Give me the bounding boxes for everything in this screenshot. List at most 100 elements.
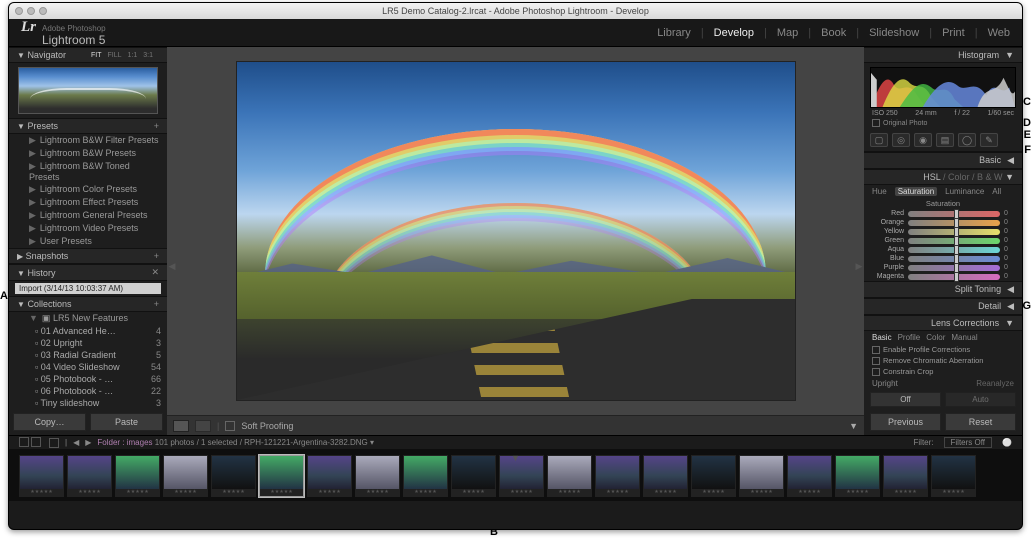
filmstrip-thumb[interactable]: ★★★★★: [163, 455, 208, 497]
module-library[interactable]: Library: [657, 27, 691, 39]
filmstrip-thumb[interactable]: ★★★★★: [451, 455, 496, 497]
histogram-header[interactable]: Histogram ▼: [864, 47, 1022, 63]
collection-item[interactable]: ▫ 02 Upright3: [9, 337, 167, 349]
preset-group[interactable]: ▶Lightroom General Presets: [9, 209, 167, 222]
hsl-slider-red[interactable]: Red0: [864, 209, 1022, 218]
filmstrip-thumb[interactable]: ★★★★★: [739, 455, 784, 497]
filmstrip-thumb[interactable]: ★★★★★: [259, 455, 304, 497]
collection-item[interactable]: ▫ 01 Advanced He…4: [9, 325, 167, 337]
navigator-thumb[interactable]: [18, 67, 158, 114]
hsl-tab-luminance[interactable]: Luminance: [945, 187, 984, 196]
main-window-icon[interactable]: [19, 437, 29, 447]
filmstrip-thumb[interactable]: ★★★★★: [211, 455, 256, 497]
copy-button[interactable]: Copy…: [13, 413, 86, 431]
hsl-tab-saturation[interactable]: Saturation: [895, 187, 937, 196]
basic-header[interactable]: Basic ◀: [864, 152, 1022, 169]
upright-off-button[interactable]: Off: [870, 392, 941, 407]
zoom-window-icon[interactable]: [39, 7, 47, 15]
hsl-slider-magenta[interactable]: Magenta0: [864, 272, 1022, 281]
collection-item[interactable]: ▫ 04 Video Slideshow54: [9, 361, 167, 373]
lens-tab-color[interactable]: Color: [926, 333, 945, 342]
lens-tab-manual[interactable]: Manual: [951, 333, 977, 342]
lens-option[interactable]: Constrain Crop: [864, 366, 1022, 377]
previous-button[interactable]: Previous: [870, 413, 941, 431]
original-photo-toggle[interactable]: Original Photo: [864, 119, 1022, 131]
minimize-window-icon[interactable]: [27, 7, 35, 15]
filmstrip-thumb[interactable]: ★★★★★: [547, 455, 592, 497]
preset-group[interactable]: ▶Lightroom B&W Toned Presets: [9, 160, 167, 183]
hsl-header[interactable]: HSL / Color / B & W ▼: [864, 169, 1022, 185]
second-window-icon[interactable]: [31, 437, 41, 447]
filmstrip-thumb[interactable]: ★★★★★: [835, 455, 880, 497]
preset-group[interactable]: ▶Lightroom B&W Presets: [9, 147, 167, 160]
filmstrip-thumb[interactable]: ★★★★★: [19, 455, 64, 497]
reanalyze-button[interactable]: Reanalyze: [976, 379, 1014, 388]
spot-tool-icon[interactable]: ◎: [892, 133, 910, 147]
collection-item[interactable]: ▫ 06 Photobook - …22: [9, 385, 167, 397]
module-map[interactable]: Map: [777, 27, 798, 39]
close-window-icon[interactable]: [15, 7, 23, 15]
hsl-tab-all[interactable]: All: [992, 187, 1001, 196]
filmstrip-thumb[interactable]: ★★★★★: [691, 455, 736, 497]
right-panel-toggle-icon[interactable]: ▶: [854, 246, 864, 286]
hsl-slider-orange[interactable]: Orange0: [864, 218, 1022, 227]
filmstrip-thumb[interactable]: ★★★★★: [115, 455, 160, 497]
image-canvas[interactable]: [236, 61, 796, 401]
hsl-tab-hue[interactable]: Hue: [872, 187, 887, 196]
snapshots-header[interactable]: ▶ Snapshots +: [9, 248, 167, 264]
lens-tab-profile[interactable]: Profile: [898, 333, 921, 342]
module-print[interactable]: Print: [942, 27, 965, 39]
module-develop[interactable]: Develop: [714, 27, 754, 39]
crop-tool-icon[interactable]: ▢: [870, 133, 888, 147]
before-after-icon[interactable]: [195, 420, 211, 432]
hsl-slider-purple[interactable]: Purple0: [864, 263, 1022, 272]
collection-item[interactable]: ▫ 03 Radial Gradient5: [9, 349, 167, 361]
lens-option[interactable]: Remove Chromatic Aberration: [864, 355, 1022, 366]
filmstrip-thumb[interactable]: ★★★★★: [67, 455, 112, 497]
nav-zoom-3:1[interactable]: 3:1: [143, 52, 153, 59]
preset-group[interactable]: ▶User Presets: [9, 235, 167, 248]
filmstrip-thumb[interactable]: ★★★★★: [307, 455, 352, 497]
lens-corrections-header[interactable]: Lens Corrections ▼: [864, 315, 1022, 331]
grid-icon[interactable]: [49, 438, 59, 448]
module-web[interactable]: Web: [988, 27, 1010, 39]
filmstrip-thumb[interactable]: ★★★★★: [931, 455, 976, 497]
nav-zoom-fit[interactable]: FIT: [91, 52, 102, 59]
nav-zoom-fill[interactable]: FILL: [108, 52, 122, 59]
upright-auto-button[interactable]: Auto: [945, 392, 1016, 407]
preset-group[interactable]: ▶Lightroom Color Presets: [9, 183, 167, 196]
redeye-tool-icon[interactable]: ◉: [914, 133, 932, 147]
module-book[interactable]: Book: [821, 27, 846, 39]
collection-item[interactable]: ▫ 05 Photobook - …66: [9, 373, 167, 385]
module-slideshow[interactable]: Slideshow: [869, 27, 919, 39]
radial-filter-icon[interactable]: ◯: [958, 133, 976, 147]
filmstrip-thumb[interactable]: ★★★★★: [595, 455, 640, 497]
brush-tool-icon[interactable]: ✎: [980, 133, 998, 147]
loupe-view-icon[interactable]: [173, 420, 189, 432]
presets-header[interactable]: ▼ Presets +: [9, 118, 167, 134]
preset-group[interactable]: ▶Lightroom B&W Filter Presets: [9, 134, 167, 147]
filmstrip-thumb[interactable]: ★★★★★: [787, 455, 832, 497]
split-toning-header[interactable]: Split Toning ◀: [864, 281, 1022, 298]
preset-group[interactable]: ▶Lightroom Video Presets: [9, 222, 167, 235]
collections-header[interactable]: ▼ Collections +: [9, 296, 167, 312]
histogram[interactable]: [870, 67, 1016, 108]
filmstrip-thumb[interactable]: ★★★★★: [355, 455, 400, 497]
hsl-slider-aqua[interactable]: Aqua0: [864, 245, 1022, 254]
lens-tab-basic[interactable]: Basic: [872, 333, 892, 342]
history-header[interactable]: ▼ History ✕: [9, 264, 167, 281]
toolbar-menu-icon[interactable]: ▼: [849, 421, 858, 431]
collection-set[interactable]: ▼▣ LR5 New Features: [9, 312, 167, 325]
filter-lock-icon[interactable]: ⚪: [1002, 438, 1012, 447]
nav-back-icon[interactable]: ◀: [73, 438, 79, 447]
source-breadcrumb[interactable]: Folder : images 101 photos / 1 selected …: [97, 438, 374, 447]
filters-off-button[interactable]: Filters Off: [944, 437, 993, 448]
history-entry[interactable]: Import (3/14/13 10:03:37 AM): [15, 283, 161, 294]
left-panel-toggle-icon[interactable]: ◀: [167, 246, 177, 286]
detail-header[interactable]: Detail ◀: [864, 298, 1022, 315]
nav-zoom-1:1[interactable]: 1:1: [128, 52, 138, 59]
nav-fwd-icon[interactable]: ▶: [85, 438, 91, 447]
navigator-header[interactable]: ▼ Navigator FITFILL1:13:1: [9, 47, 167, 63]
softproof-checkbox[interactable]: [225, 421, 235, 431]
paste-button[interactable]: Paste: [90, 413, 163, 431]
